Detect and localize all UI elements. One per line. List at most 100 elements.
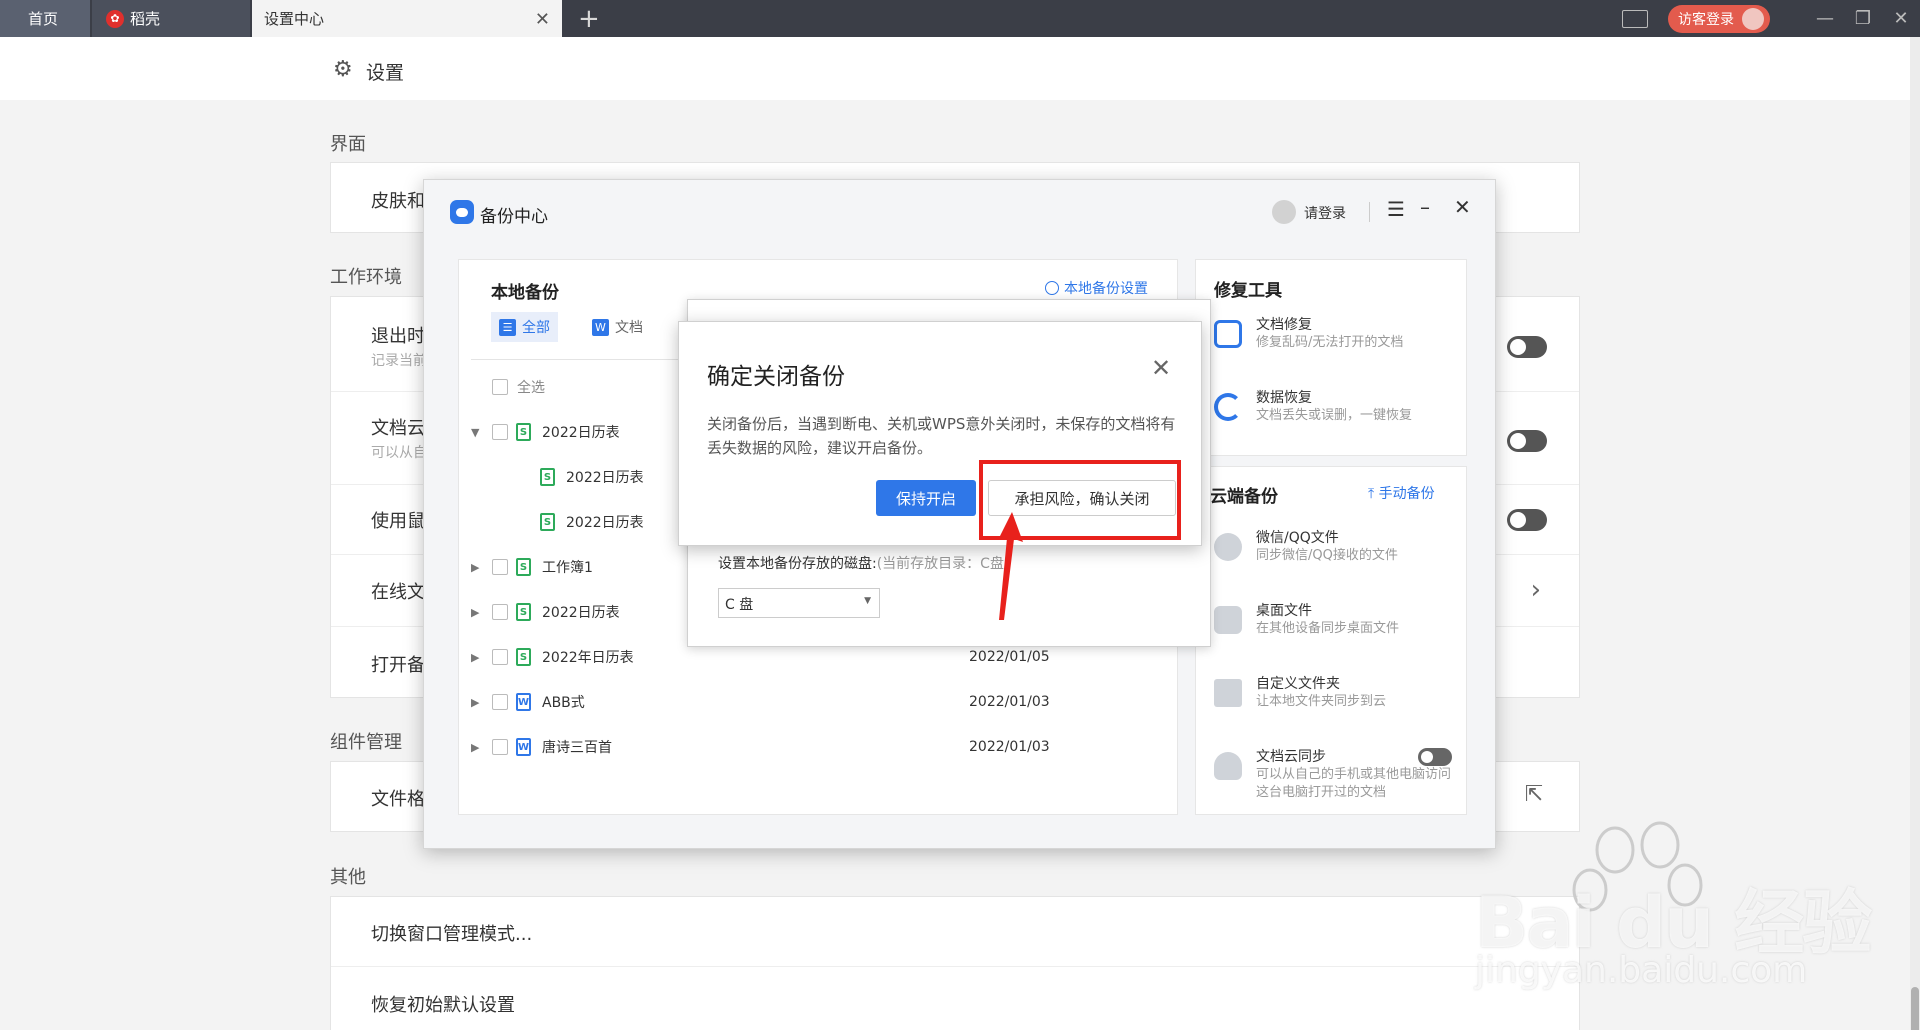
tab-settings[interactable]: 设置中心 ✕ (252, 0, 562, 37)
dialog-body: 关闭备份后，当遇到断电、关机或WPS意外关闭时，未保存的文档将有丢失数据的风险，… (707, 415, 1176, 457)
doc-repair-tool[interactable]: 文档修复 修复乱码/无法打开的文档 (1196, 312, 1466, 362)
tab-home[interactable]: 首页 (0, 0, 90, 37)
doc-repair-desc: 修复乱码/无法打开的文档 (1256, 335, 1404, 350)
minimize-icon[interactable]: — (1806, 8, 1844, 29)
settings-icon (1045, 281, 1059, 295)
divider (1369, 202, 1370, 222)
close-icon[interactable]: ✕ (1454, 195, 1471, 219)
file-checkbox[interactable] (492, 604, 508, 620)
external-link-icon[interactable]: ⇱ (1525, 782, 1543, 807)
doc-repair-icon (1214, 320, 1242, 348)
login-link[interactable]: 请登录 (1304, 203, 1346, 223)
row-skin[interactable]: 皮肤和 (371, 187, 425, 213)
select-all-checkbox[interactable] (492, 379, 508, 395)
watermark-url: jingyan.baidu.com (1475, 950, 1808, 991)
desktop-desc: 在其他设备同步桌面文件 (1256, 621, 1400, 636)
page-title: 设置 (366, 62, 405, 84)
sheet-file-icon: S (516, 423, 531, 441)
data-recovery-desc: 文档丢失或误删，一键恢复 (1256, 408, 1413, 423)
expand-arrow-icon[interactable]: ▼ (471, 426, 479, 439)
user-avatar-icon[interactable] (1272, 200, 1296, 224)
custom-folder-item[interactable]: 自定义文件夹 让本地文件夹同步到云 (1196, 671, 1466, 721)
tab-home-label: 首页 (28, 10, 59, 28)
close-tab-icon[interactable]: ✕ (535, 9, 550, 30)
wechat-desc: 同步微信/QQ接收的文件 (1256, 548, 1398, 563)
row-switch-window[interactable]: 切换窗口管理模式... (331, 897, 1579, 967)
wechat-qq-files-item[interactable]: 微信/QQ文件 同步微信/QQ接收的文件 (1196, 525, 1466, 575)
sheet-file-icon: S (516, 648, 531, 666)
manual-backup-label: 手动备份 (1378, 486, 1435, 502)
desktop-files-item[interactable]: 桌面文件 在其他设备同步桌面文件 (1196, 598, 1466, 648)
collapse-arrow-icon[interactable]: ▶ (471, 696, 479, 709)
dialog-title: 确定关闭备份 (707, 364, 845, 390)
row-open-backup-title: 打开备 (371, 655, 425, 676)
word-file-icon: W (516, 693, 531, 711)
select-all-label: 全选 (517, 380, 545, 396)
close-window-icon[interactable]: ✕ (1882, 8, 1920, 29)
file-checkbox[interactable] (492, 694, 508, 710)
keep-enabled-button[interactable]: 保持开启 (876, 480, 976, 516)
file-name: 2022日历表 (566, 515, 644, 531)
doc-sync-desc: 可以从自己的手机或其他电脑访问这台电脑打开过的文档 (1256, 767, 1452, 800)
chevron-right-icon: › (1530, 575, 1541, 605)
windows-icon (1214, 606, 1242, 634)
tab-daoke[interactable]: ✿ 稻壳 (92, 0, 250, 37)
gear-icon: ⚙ (333, 57, 353, 82)
filter-all-button[interactable]: ☰ 全部 (491, 312, 558, 342)
restore-icon[interactable]: ❐ (1844, 8, 1882, 29)
custom-folder-desc: 让本地文件夹同步到云 (1256, 694, 1387, 709)
row-exit-title: 退出时 (371, 326, 425, 347)
disk-select[interactable]: C 盘 ▼ (718, 588, 880, 618)
cloud-icon (1214, 752, 1242, 780)
file-name: 唐诗三百首 (542, 740, 612, 756)
window-layout-icon[interactable] (1622, 9, 1648, 28)
row-restore-default-title: 恢复初始默认设置 (371, 995, 515, 1016)
file-checkbox[interactable] (492, 739, 508, 755)
desktop-label: 桌面文件 (1256, 603, 1312, 619)
sheet-file-icon: S (540, 513, 555, 531)
data-recovery-tool[interactable]: 数据恢复 文档丢失或误删，一键恢复 (1196, 385, 1466, 435)
row-exit-sub: 记录当前 (371, 353, 427, 369)
collapse-arrow-icon[interactable]: ▶ (471, 561, 479, 574)
file-name: ABB式 (542, 695, 585, 711)
collapse-arrow-icon[interactable]: ▶ (471, 606, 479, 619)
manual-backup-button[interactable]: ⤒ 手动备份 (1368, 483, 1435, 503)
minimize-icon[interactable]: – (1420, 195, 1430, 219)
section-interface: 界面 (330, 134, 366, 155)
doc-cloud-toggle[interactable] (1507, 430, 1547, 452)
upload-icon: ⤒ (1368, 486, 1379, 502)
row-restore-default[interactable]: 恢复初始默认设置 (331, 967, 1579, 1030)
file-name: 2022年日历表 (542, 650, 634, 666)
use-mouse-toggle[interactable] (1507, 509, 1547, 531)
collapse-arrow-icon[interactable]: ▶ (471, 651, 479, 664)
filter-doc-label: 文档 (615, 320, 643, 336)
filter-doc-button[interactable]: W 文档 (584, 312, 651, 342)
file-checkbox[interactable] (492, 424, 508, 440)
local-backup-settings-link[interactable]: 本地备份设置 (1045, 278, 1148, 298)
file-name: 工作簿1 (542, 560, 593, 576)
doc-sync-toggle[interactable] (1418, 748, 1452, 766)
file-date: 2022/01/05 (969, 649, 1050, 665)
collapse-arrow-icon[interactable]: ▶ (471, 741, 479, 754)
row-file-format[interactable]: 文件格 (371, 785, 425, 811)
row-switch-window-title: 切换窗口管理模式... (371, 924, 533, 945)
visitor-login-button[interactable]: 访客登录 (1668, 4, 1770, 33)
filter-all-label: 全部 (522, 320, 550, 336)
close-icon[interactable]: ✕ (1151, 354, 1171, 382)
add-tab-icon[interactable]: + (578, 4, 600, 34)
file-name: 2022日历表 (542, 605, 620, 621)
doc-repair-label: 文档修复 (1256, 317, 1312, 333)
page-scrollbar[interactable] (1910, 37, 1920, 1030)
exit-toggle[interactable] (1507, 336, 1547, 358)
menu-icon[interactable]: ☰ (1387, 197, 1405, 221)
local-backup-title: 本地备份 (491, 283, 559, 303)
file-row[interactable]: ▶ W 唐诗三百首 2022/01/03 (459, 727, 1177, 767)
sheet-file-icon: S (516, 558, 531, 576)
scrollbar-thumb[interactable] (1911, 987, 1919, 1030)
disk-select-value: C 盘 (725, 597, 754, 613)
file-checkbox[interactable] (492, 649, 508, 665)
file-row[interactable]: ▶ W ABB式 2022/01/03 (459, 682, 1177, 722)
cloud-backup-panel: 云端备份 ⤒ 手动备份 微信/QQ文件 同步微信/QQ接收的文件 桌面文件 在其… (1195, 466, 1467, 815)
file-name: 2022日历表 (566, 470, 644, 486)
file-checkbox[interactable] (492, 559, 508, 575)
